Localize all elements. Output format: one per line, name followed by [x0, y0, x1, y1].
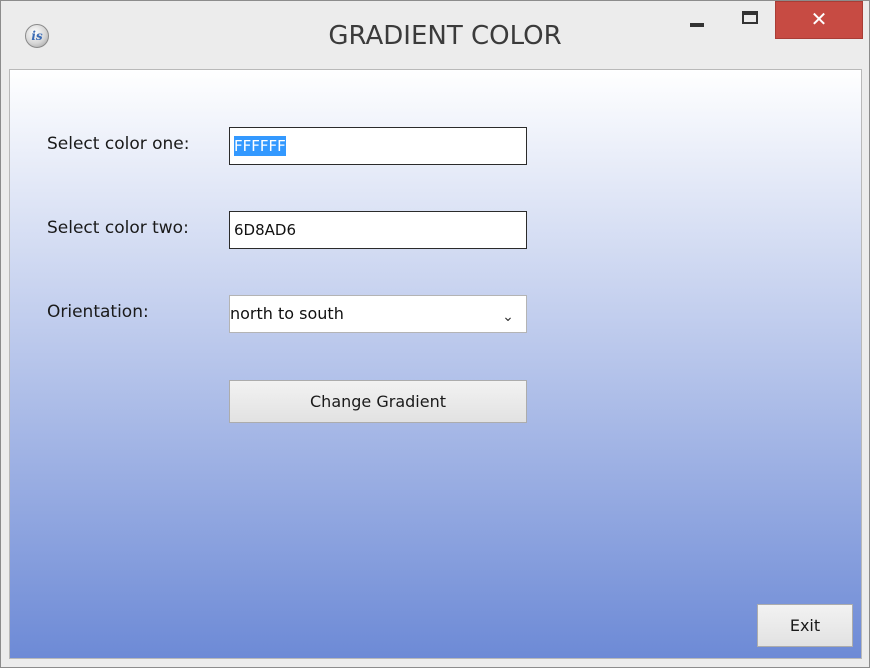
color-two-input[interactable]: 6D8AD6: [229, 211, 527, 249]
title-bar[interactable]: is GRADIENT COLOR ✕: [1, 1, 869, 69]
color-one-label: Select color one:: [47, 134, 190, 154]
change-gradient-button[interactable]: Change Gradient: [229, 380, 527, 423]
orientation-label: Orientation:: [47, 302, 149, 322]
color-two-label: Select color two:: [47, 218, 189, 238]
maximize-icon: [742, 11, 758, 24]
minimize-icon: [690, 23, 704, 27]
maximize-button[interactable]: [728, 1, 782, 39]
chevron-down-icon[interactable]: ⌄: [500, 309, 516, 325]
close-icon: ✕: [810, 7, 828, 31]
gradient-panel: Select color one: FFFFFF Select color tw…: [9, 69, 862, 659]
orientation-select[interactable]: north to south ⌄: [229, 295, 527, 333]
exit-button[interactable]: Exit: [757, 604, 853, 647]
minimize-button[interactable]: [674, 1, 728, 39]
color-one-input[interactable]: FFFFFF: [229, 127, 527, 165]
close-button[interactable]: ✕: [775, 1, 863, 39]
app-window: is GRADIENT COLOR ✕ Select color one: FF…: [0, 0, 870, 668]
color-two-value: 6D8AD6: [234, 221, 296, 239]
color-one-value: FFFFFF: [234, 136, 286, 156]
orientation-value: north to south: [230, 304, 344, 323]
